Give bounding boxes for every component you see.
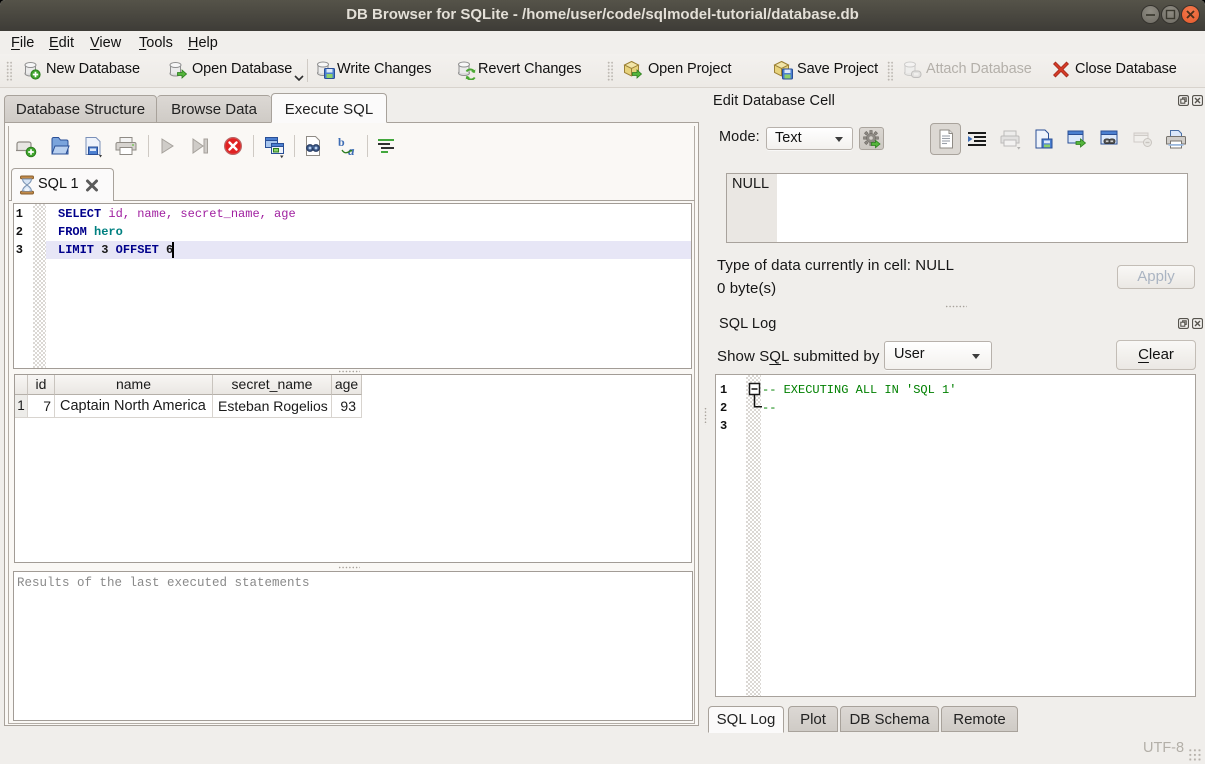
svg-text:b: b [338,135,345,149]
